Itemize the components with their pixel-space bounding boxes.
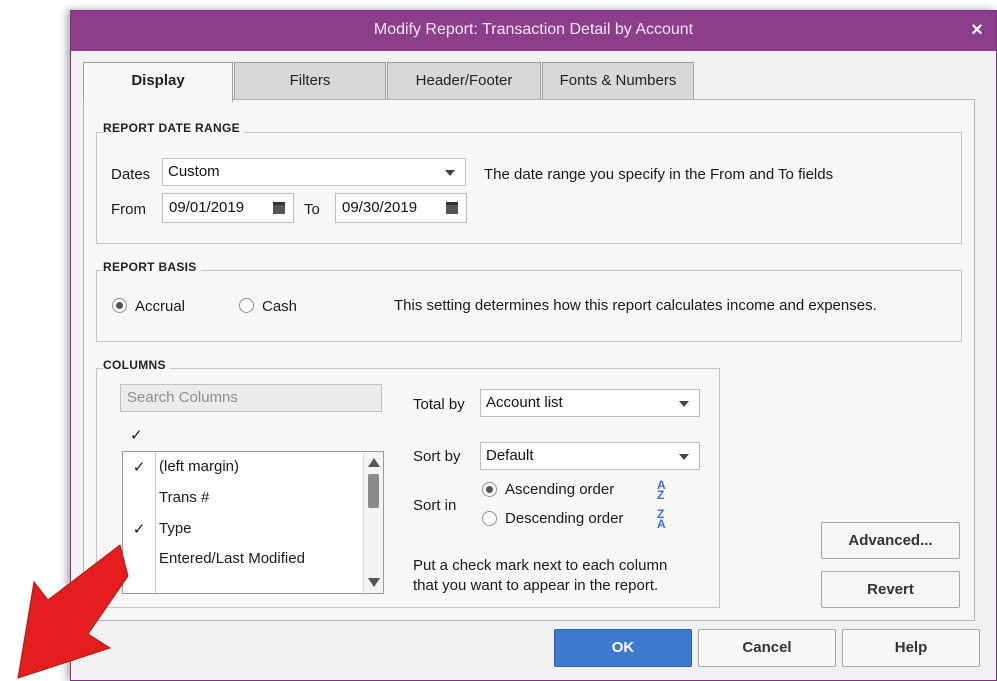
display-tab-panel: REPORT DATE RANGE Dates Custom The date … — [83, 99, 975, 621]
tab-fonts-numbers[interactable]: Fonts & Numbers — [542, 62, 694, 100]
scroll-up-icon[interactable] — [368, 458, 380, 467]
column-label: (left margin) — [159, 458, 240, 475]
columns-listbox: ✓ (left margin) Trans # ✓ Type Entered/L… — [122, 451, 384, 594]
dates-label: Dates — [111, 166, 151, 183]
tab-header-footer[interactable]: Header/Footer — [387, 62, 541, 100]
red-arrow-annotation — [17, 544, 129, 679]
calendar-icon[interactable] — [273, 202, 285, 214]
chevron-down-icon — [445, 170, 455, 176]
chevron-down-icon — [679, 401, 689, 407]
columns-scrollbar[interactable] — [363, 452, 383, 593]
sort-by-label: Sort by — [413, 448, 461, 465]
ascending-label[interactable]: Ascending order — [505, 481, 614, 498]
to-label: To — [304, 201, 320, 218]
descending-label[interactable]: Descending order — [505, 510, 623, 527]
scroll-thumb[interactable] — [368, 474, 379, 508]
tab-display[interactable]: Display — [83, 62, 233, 102]
date-range-description: The date range you specify in the From a… — [484, 166, 834, 183]
list-item[interactable]: Trans # — [123, 483, 369, 513]
sort-descending-icon: Z A — [657, 507, 666, 531]
column-label: Entered/Last Modified — [159, 550, 305, 567]
close-icon[interactable]: × — [966, 19, 988, 41]
cash-label[interactable]: Cash — [262, 298, 297, 315]
report-basis-heading: REPORT BASIS — [103, 260, 201, 274]
list-item[interactable]: Entered/Last Modified — [123, 544, 369, 574]
date-range-group — [96, 132, 962, 244]
cash-radio[interactable] — [239, 298, 254, 313]
sort-ascending-icon: A Z — [657, 478, 666, 502]
date-range-heading: REPORT DATE RANGE — [103, 121, 244, 135]
sort-by-dropdown[interactable]: Default — [480, 442, 700, 470]
to-date-value: 09/30/2019 — [342, 199, 418, 216]
from-date-value: 09/01/2019 — [169, 199, 245, 216]
column-label: Type — [159, 520, 192, 537]
revert-button[interactable]: Revert — [821, 571, 960, 608]
total-by-value: Account list — [486, 394, 563, 411]
accrual-label[interactable]: Accrual — [135, 298, 185, 315]
search-columns-input[interactable]: Search Columns — [120, 384, 382, 412]
column-checkmark[interactable]: ✓ — [131, 520, 147, 538]
from-label: From — [111, 201, 146, 218]
chevron-down-icon — [679, 454, 689, 460]
accrual-radio[interactable] — [112, 298, 127, 313]
column-checkmark[interactable]: ✓ — [131, 458, 147, 476]
from-date-field[interactable]: 09/01/2019 — [162, 193, 294, 223]
window-title: Modify Report: Transaction Detail by Acc… — [373, 21, 694, 38]
column-label: Trans # — [159, 489, 210, 506]
advanced-button[interactable]: Advanced... — [821, 522, 960, 559]
calendar-icon[interactable] — [446, 202, 458, 214]
columns-hint-line2: that you want to appear in the report. — [413, 577, 659, 594]
ok-button[interactable]: OK — [554, 629, 692, 667]
dates-dropdown-value: Custom — [168, 163, 220, 180]
report-basis-description: This setting determines how this report … — [394, 297, 877, 314]
total-by-label: Total by — [413, 396, 465, 413]
select-all-check[interactable]: ✓ — [130, 426, 143, 444]
descending-radio[interactable] — [482, 511, 497, 526]
tab-filters[interactable]: Filters — [234, 62, 386, 100]
columns-heading: COLUMNS — [103, 358, 170, 372]
list-item[interactable]: ✓ Type — [123, 514, 369, 544]
sort-by-value: Default — [486, 447, 534, 464]
to-date-field[interactable]: 09/30/2019 — [335, 193, 467, 223]
sort-in-label: Sort in — [413, 497, 457, 514]
total-by-dropdown[interactable]: Account list — [480, 389, 700, 417]
dates-dropdown[interactable]: Custom — [162, 158, 466, 186]
cancel-button[interactable]: Cancel — [698, 629, 836, 667]
ascending-radio[interactable] — [482, 482, 497, 497]
list-item[interactable]: ✓ (left margin) — [123, 452, 369, 482]
scroll-down-icon[interactable] — [368, 578, 380, 587]
help-button[interactable]: Help — [842, 629, 980, 667]
columns-hint-line1: Put a check mark next to each column — [413, 557, 668, 574]
title-bar[interactable]: Modify Report: Transaction Detail by Acc… — [71, 11, 996, 51]
modify-report-dialog: Modify Report: Transaction Detail by Acc… — [70, 10, 997, 681]
